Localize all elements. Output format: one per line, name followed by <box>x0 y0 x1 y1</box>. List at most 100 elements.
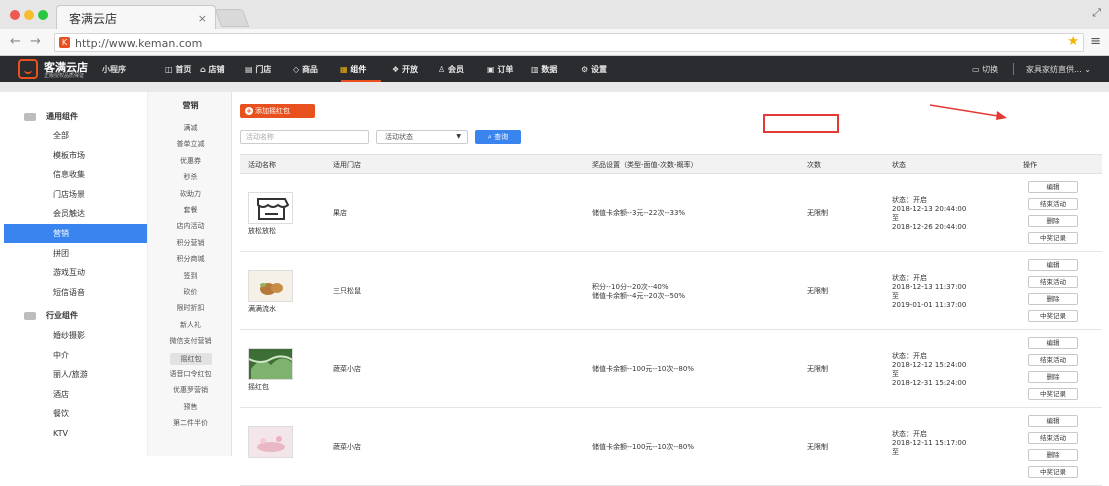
subnav-item[interactable]: 限时折扣 <box>148 303 233 313</box>
prize-records-button[interactable]: 中奖记录 <box>1028 232 1078 244</box>
subnav-item[interactable]: 满减 <box>148 123 233 133</box>
subnav-item[interactable]: 店内活动 <box>148 221 233 231</box>
mini-program-label[interactable]: 小程序 <box>102 64 126 75</box>
sidebar-item[interactable]: 酒店 <box>4 385 147 404</box>
sidebar-item[interactable]: 全部 <box>4 126 147 145</box>
browser-tab[interactable]: 客满云店 × <box>56 5 216 29</box>
sidebar-item[interactable]: 模板市场 <box>4 146 147 165</box>
prize-records-button[interactable]: 中奖记录 <box>1028 310 1078 322</box>
shop-selector[interactable]: 家具家纺直供... ⌄ <box>1026 64 1091 75</box>
nav-item-9[interactable]: ⚙ 设置 <box>581 64 607 75</box>
subnav-item[interactable]: 签到 <box>148 271 233 281</box>
sidebar-item[interactable]: 信息收集 <box>4 165 147 184</box>
chevron-down-icon: ⌄ <box>1084 65 1091 74</box>
arrow-line <box>929 104 1005 118</box>
subnav-item[interactable]: 微信支付营销 <box>148 336 233 346</box>
subnav-item[interactable]: 砍价 <box>148 287 233 297</box>
subnav-item[interactable]: 套餐 <box>148 205 233 215</box>
sidebar-item[interactable]: 短信语音 <box>4 283 147 302</box>
sidebar-item[interactable]: 游戏互动 <box>4 263 147 282</box>
forward-arrow-icon[interactable]: → <box>30 34 41 49</box>
nav-item-label: 首页 <box>175 65 192 74</box>
subnav-item[interactable]: 新人礼 <box>148 320 233 330</box>
to-label: 至 <box>892 214 899 222</box>
activity-name-input[interactable] <box>240 130 369 144</box>
status-text: 状态：开启 <box>892 274 927 282</box>
subnav-item[interactable]: 积分商城 <box>148 254 233 264</box>
subnav-item[interactable]: 优惠罗营销 <box>148 385 233 395</box>
end-activity-button[interactable]: 结束活动 <box>1028 354 1078 366</box>
status-block: 状态：开启 2018-12-11 15:17:00 至 <box>892 430 966 457</box>
sidebar-item[interactable]: KTV <box>4 424 147 443</box>
table-header: 活动名称 适用门店 奖品设置（类型-面值-次数-概率） 次数 状态 操作 <box>240 154 1102 174</box>
switch-label: 切换 <box>982 65 999 74</box>
end-activity-button[interactable]: 结束活动 <box>1028 432 1078 444</box>
nav-item-7[interactable]: ▣ 订单 <box>487 64 513 75</box>
subnav-item[interactable]: 砍助力 <box>148 189 233 199</box>
browser-menu-icon[interactable]: ≡ <box>1090 34 1101 49</box>
sidebar-item[interactable]: 拼团 <box>4 244 147 263</box>
edit-button[interactable]: 编辑 <box>1028 259 1078 271</box>
search-button[interactable]: ⌕ 查询 <box>475 130 521 144</box>
nav-item-4[interactable]: ▦ 组件 <box>340 64 366 75</box>
sidebar-item[interactable]: 餐饮 <box>4 404 147 423</box>
subnav-item[interactable]: 语音口令红包 <box>148 369 233 379</box>
prize-setting: 储值卡余额--100元--10次--80% <box>592 365 694 373</box>
nav-item-3[interactable]: ◇ 商品 <box>293 64 318 75</box>
end-activity-button[interactable]: 结束活动 <box>1028 276 1078 288</box>
switch-button[interactable]: ▭ 切换 <box>972 64 998 75</box>
nav-item-5[interactable]: ❖ 开放 <box>392 64 418 75</box>
favicon-icon: K <box>59 37 70 48</box>
fullscreen-icon[interactable]: ⤢ <box>1092 6 1101 20</box>
minimize-window-dot[interactable] <box>24 10 34 20</box>
url-field[interactable]: K http://www.keman.com ★ <box>54 33 1084 52</box>
sidebar-item[interactable]: 会员触达 <box>4 204 147 223</box>
maximize-window-dot[interactable] <box>38 10 48 20</box>
add-shake-redpacket-button[interactable]: + 添加摇红包 <box>240 104 315 118</box>
delete-button[interactable]: 删除 <box>1028 215 1078 227</box>
edit-button[interactable]: 编辑 <box>1028 181 1078 193</box>
delete-button[interactable]: 删除 <box>1028 293 1078 305</box>
brand-tagline: 正版授权品质保证 <box>44 73 85 79</box>
delete-button[interactable]: 删除 <box>1028 371 1078 383</box>
edit-button[interactable]: 编辑 <box>1028 415 1078 427</box>
times-limit: 无限制 <box>807 209 828 217</box>
nav-item-0[interactable]: ◫ 首页 <box>165 64 191 75</box>
subnav-item[interactable]: 预售 <box>148 402 233 412</box>
operations: 编辑结束活动删除中奖记录 <box>1028 259 1078 327</box>
sidebar-item[interactable]: 营销 <box>4 224 147 243</box>
shop-name: 家具家纺直供... <box>1026 65 1082 74</box>
subnav-item[interactable]: 第二件半价 <box>148 418 233 428</box>
activity-status-select[interactable]: 活动状态 ▼ <box>376 130 468 144</box>
delete-button[interactable]: 删除 <box>1028 449 1078 461</box>
subnav-item[interactable]: 摇红包 <box>170 352 212 365</box>
tab-title: 客满云店 <box>69 12 118 26</box>
column-header: 奖品设置（类型-面值-次数-概率） <box>592 161 698 169</box>
prize-records-button[interactable]: 中奖记录 <box>1028 466 1078 478</box>
activity-thumbnail <box>248 348 293 380</box>
sidebar-item[interactable]: 丽人/旅游 <box>4 365 147 384</box>
sidebar-item[interactable]: 门店场景 <box>4 185 147 204</box>
nav-item-2[interactable]: ▤ 门店 <box>245 64 271 75</box>
chart-icon: ▥ <box>531 65 542 74</box>
bookmark-star-icon[interactable]: ★ <box>1067 34 1079 49</box>
back-arrow-icon[interactable]: ← <box>10 34 21 49</box>
nav-item-8[interactable]: ▥ 数据 <box>531 64 557 75</box>
sidebar-item[interactable]: 中介 <box>4 346 147 365</box>
tab-close-icon[interactable]: × <box>198 12 207 25</box>
edit-button[interactable]: 编辑 <box>1028 337 1078 349</box>
new-tab-button[interactable] <box>214 9 250 27</box>
nav-divider <box>1013 63 1014 75</box>
operations: 编辑结束活动删除中奖记录 <box>1028 415 1078 483</box>
close-window-dot[interactable] <box>10 10 20 20</box>
end-activity-button[interactable]: 结束活动 <box>1028 198 1078 210</box>
subnav-item[interactable]: 积分营销 <box>148 238 233 248</box>
subnav-item[interactable]: 普单立减 <box>148 139 233 149</box>
subnav-item[interactable]: 秒杀 <box>148 172 233 182</box>
prize-records-button[interactable]: 中奖记录 <box>1028 388 1078 400</box>
status-block: 状态：开启 2018-12-13 20:44:00 至 2018-12-26 20:4… <box>892 196 966 232</box>
nav-item-6[interactable]: ♙ 会员 <box>438 64 464 75</box>
sidebar-item[interactable]: 婚纱摄影 <box>4 326 147 345</box>
nav-item-1[interactable]: ⌂ 店铺 <box>200 64 225 75</box>
subnav-item[interactable]: 优惠券 <box>148 156 233 166</box>
